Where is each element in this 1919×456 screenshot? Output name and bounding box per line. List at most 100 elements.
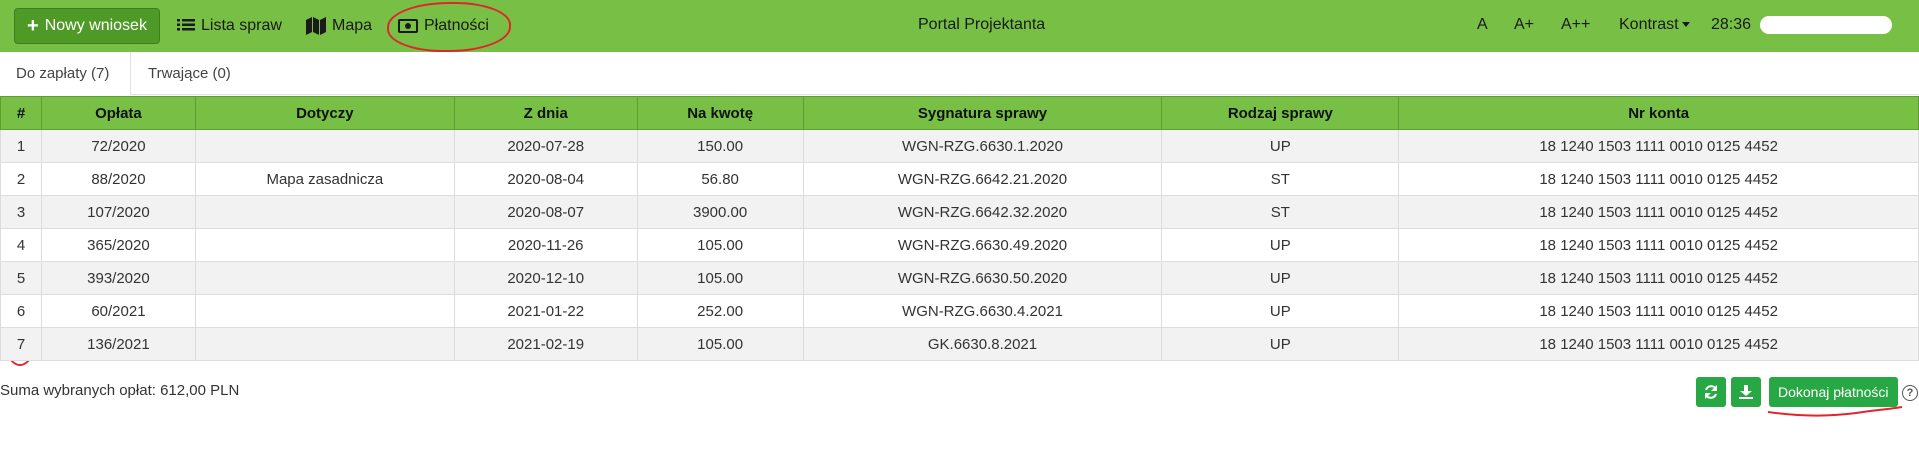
top-navbar: + Nowy wniosek Lista spraw Mapa Płatnośc… [0,0,1919,52]
cell-case-type: ST [1161,162,1400,196]
table-body: 1 72/2020 2020-07-28 150.00 WGN-RZG.6630.1.2… [0,129,1919,361]
cell-amount: 3900.00 [636,195,804,229]
cell-fee-id: 136/2021 [40,327,196,361]
cell-fee-id: 365/2020 [40,228,196,262]
cell-case-type: UP [1161,129,1400,163]
cell-case-signature: GK.6630.8.2021 [802,327,1163,361]
cell-date: 2021-02-19 [453,327,638,361]
cell-case-type: UP [1161,261,1400,295]
cell-amount: 105.00 [636,327,804,361]
column-header: Nr konta [1398,96,1919,130]
cell-concerns [194,195,455,229]
cell-row-number: 1 [0,129,42,163]
column-header: Dotyczy [194,96,455,130]
cell-fee-id: 393/2020 [40,261,196,295]
cell-account-number: 18 1240 1503 1111 0010 0125 4452 [1398,129,1919,163]
map-label: Mapa [332,17,373,34]
cell-case-type: UP [1161,228,1400,262]
cell-case-type: UP [1161,294,1400,328]
cell-fee-id: 60/2021 [40,294,196,328]
cell-date: 2020-07-28 [453,129,638,163]
make-payment-button[interactable]: Dokonaj płatności [1769,377,1898,407]
new-request-button[interactable]: + Nowy wniosek [14,8,160,44]
cell-account-number: 18 1240 1503 1111 0010 0125 4452 [1398,294,1919,328]
cell-case-type: UP [1161,327,1400,361]
user-name-redacted[interactable] [1760,16,1892,34]
table-header-row: # Opłata Dotyczy Z dnia Na kwotę Sygnatura sp… [0,96,1919,130]
cell-concerns [194,129,455,163]
new-request-label: Nowy wniosek [44,17,147,34]
cell-amount: 56.80 [636,162,804,196]
cell-row-number: 5 [0,261,42,295]
cell-concerns: Mapa zasadnicza [194,162,455,196]
help-icon[interactable]: ? [1902,385,1918,401]
cell-case-signature: WGN-RZG.6630.50.2020 [802,261,1163,295]
cell-fee-id: 88/2020 [40,162,196,196]
download-icon [1739,385,1753,399]
cell-date: 2021-01-22 [453,294,638,328]
cell-row-number: 3 [0,195,42,229]
cell-amount: 252.00 [636,294,804,328]
case-list-label: Lista spraw [201,17,282,34]
table-row[interactable]: 7 136/2021 2021-02-19 105.00 GK.6630.8.2021 U… [0,327,1919,361]
table-row[interactable]: 5 393/2020 2020-12-10 105.00 WGN-RZG.6630.50… [0,261,1919,295]
table-row[interactable]: 4 365/2020 2020-11-26 105.00 WGN-RZG.6630.49… [0,228,1919,262]
column-header: Z dnia [453,96,638,130]
contrast-dropdown[interactable]: Kontrast [1619,16,1690,34]
cell-date: 2020-12-10 [453,261,638,295]
list-icon [177,19,195,31]
cell-account-number: 18 1240 1503 1111 0010 0125 4452 [1398,228,1919,262]
caret-down-icon [1681,22,1690,28]
cell-amount: 105.00 [636,228,804,262]
cell-case-type: ST [1161,195,1400,229]
session-timer: 28:36 [1711,16,1752,33]
cell-account-number: 18 1240 1503 1111 0010 0125 4452 [1398,261,1919,295]
selected-fees-sum: Suma wybranych opłat: 612,00 PLN [0,382,240,399]
table-row[interactable]: 6 60/2021 2021-01-22 252.00 WGN-RZG.6630.4.2… [0,294,1919,328]
plus-icon: + [27,15,39,37]
cell-account-number: 18 1240 1503 1111 0010 0125 4452 [1398,327,1919,361]
download-button[interactable] [1731,377,1761,407]
cell-case-signature: WGN-RZG.6642.21.2020 [802,162,1163,196]
cell-case-signature: WGN-RZG.6630.1.2020 [802,129,1163,163]
cell-case-signature: WGN-RZG.6630.4.2021 [802,294,1163,328]
case-list-link[interactable]: Lista spraw [177,14,282,38]
cell-row-number: 7 [0,327,42,361]
cell-date: 2020-08-04 [453,162,638,196]
tab-ongoing[interactable]: Trwające (0) [132,52,247,95]
map-link[interactable]: Mapa [306,14,372,38]
column-header: Opłata [40,96,196,130]
cell-row-number: 2 [0,162,42,196]
map-icon [306,17,326,35]
payments-table: # Opłata Dotyczy Z dnia Na kwotę Sygnatura sp… [0,96,1919,361]
cell-row-number: 4 [0,228,42,262]
table-row[interactable]: 2 88/2020 Mapa zasadnicza 2020-08-04 56.80 WG… [0,162,1919,196]
cell-concerns [194,294,455,328]
cell-date: 2020-08-07 [453,195,638,229]
column-header: Rodzaj sprawy [1161,96,1400,130]
column-header: Sygnatura sprawy [802,96,1163,130]
cell-case-signature: WGN-RZG.6642.32.2020 [802,195,1163,229]
refresh-icon [1705,385,1717,399]
tab-to-pay[interactable]: Do zapłaty (7) [0,52,131,95]
cell-concerns [194,228,455,262]
contrast-label: Kontrast [1619,16,1679,33]
table-row[interactable]: 1 72/2020 2020-07-28 150.00 WGN-RZG.6630.1.2… [0,129,1919,163]
cell-fee-id: 72/2020 [40,129,196,163]
cell-concerns [194,261,455,295]
cell-row-number: 6 [0,294,42,328]
cell-amount: 150.00 [636,129,804,163]
column-header: # [0,96,42,130]
table-row[interactable]: 3 107/2020 2020-08-07 3900.00 WGN-RZG.6642.3… [0,195,1919,229]
cell-amount: 105.00 [636,261,804,295]
column-header: Na kwotę [636,96,804,130]
cell-date: 2020-11-26 [453,228,638,262]
cell-account-number: 18 1240 1503 1111 0010 0125 4452 [1398,162,1919,196]
font-size-small-button[interactable]: A [1477,16,1488,34]
cell-concerns [194,327,455,361]
page-title: Portal Projektanta [918,16,1046,33]
font-size-medium-button[interactable]: A+ [1514,16,1534,34]
font-size-large-button[interactable]: A++ [1561,16,1590,34]
refresh-button[interactable] [1696,377,1726,407]
annotation-circle-payments [387,2,511,52]
